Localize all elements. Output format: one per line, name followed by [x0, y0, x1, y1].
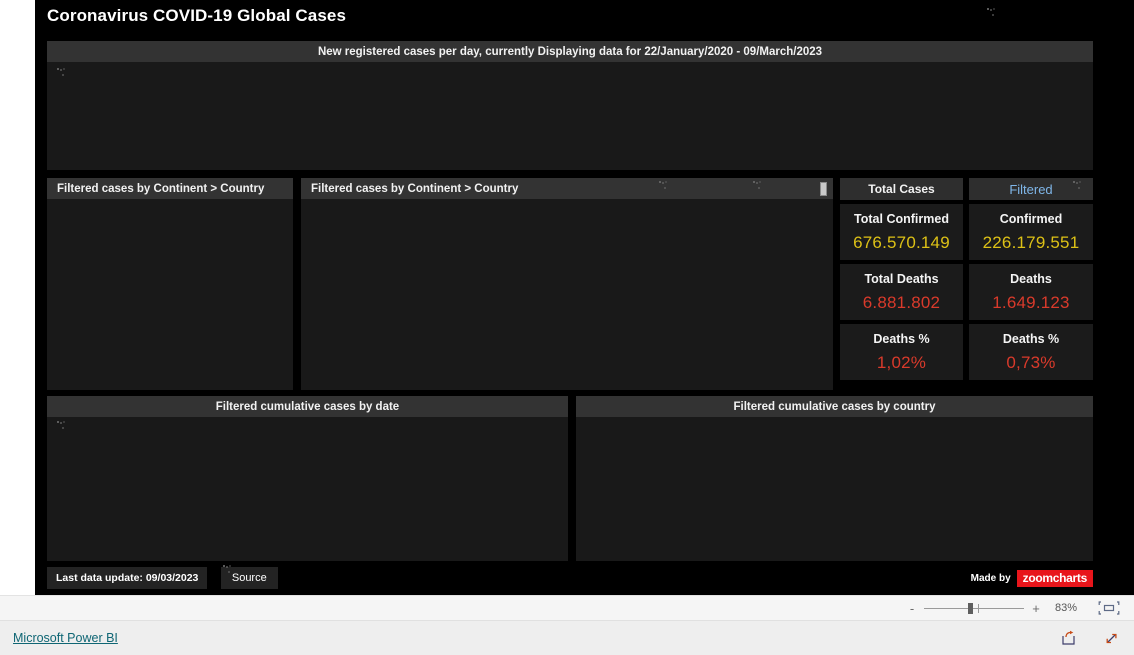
tree-left-panel-title: Filtered cases by Continent > Country: [57, 182, 265, 195]
cumulative-country-panel-title: Filtered cumulative cases by country: [733, 400, 936, 413]
cumulative-by-date-panel[interactable]: Filtered cumulative cases by date: [47, 396, 568, 561]
cumulative-date-panel-header: Filtered cumulative cases by date: [47, 396, 568, 417]
made-by-label: Made by: [970, 572, 1011, 584]
cumulative-by-country-panel[interactable]: Filtered cumulative cases by country: [576, 396, 1093, 561]
kpi-card-total-deaths-pct[interactable]: Deaths % 1,02%: [840, 324, 963, 380]
source-button[interactable]: Source: [220, 565, 278, 589]
made-by-zoomcharts[interactable]: Made by zoomcharts: [971, 567, 1093, 589]
share-icon[interactable]: [1060, 630, 1077, 647]
cumulative-country-chart-area[interactable]: [576, 417, 1093, 561]
zoom-slider-notch: [978, 604, 979, 613]
kpi-card-filtered-deaths[interactable]: Deaths 1.649.123: [969, 264, 1093, 320]
tree-left-panel-header: Filtered cases by Continent > Country: [47, 178, 293, 199]
daily-cases-panel-header: New registered cases per day, currently …: [47, 41, 1093, 62]
kpi-total-deaths-label: Total Deaths: [864, 271, 939, 286]
tree-right-chart-area[interactable]: [301, 199, 833, 390]
kpi-total-header-label: Total Cases: [868, 182, 935, 196]
daily-cases-panel-title: New registered cases per day, currently …: [317, 45, 823, 58]
zoomcharts-logo[interactable]: zoomcharts: [1016, 569, 1093, 587]
zoom-slider-thumb[interactable]: [968, 603, 973, 614]
page-title: Coronavirus COVID-19 Global Cases: [47, 6, 346, 25]
kpi-filtered-header: Filtered: [969, 178, 1093, 200]
kpi-total-confirmed-label: Total Confirmed: [854, 211, 949, 226]
kpi-filtered-deaths-value: 1.649.123: [992, 292, 1070, 312]
loading-spinner-header: [987, 8, 1001, 22]
cumulative-date-panel-title: Filtered cumulative cases by date: [215, 400, 400, 413]
kpi-total-header: Total Cases: [840, 178, 963, 200]
kpi-card-total-deaths[interactable]: Total Deaths 6.881.802: [840, 264, 963, 320]
kpi-column-filtered: Filtered Confirmed 226.179.551 Deaths 1.…: [969, 178, 1093, 390]
kpi-total-confirmed-value: 676.570.149: [853, 232, 950, 252]
fullscreen-icon[interactable]: [1103, 630, 1120, 647]
kpi-filtered-deaths-label: Deaths: [1010, 271, 1052, 286]
zoom-out-button[interactable]: -: [904, 601, 920, 616]
zoom-slider-track: [924, 608, 1024, 609]
loading-spinner-tree-right-a: [659, 181, 673, 195]
tree-right-panel-header: Filtered cases by Continent > Country: [301, 178, 833, 199]
status-bar: Microsoft Power BI: [0, 621, 1134, 655]
kpi-filtered-deaths-pct-value: 0,73%: [1006, 352, 1056, 372]
filtered-cases-tree-right-panel[interactable]: Filtered cases by Continent > Country: [301, 178, 833, 390]
loading-spinner-cumulative-date: [57, 421, 71, 435]
kpi-filtered-confirmed-value: 226.179.551: [982, 232, 1080, 252]
tree-left-chart-area[interactable]: [47, 199, 293, 390]
kpi-total-deaths-pct-label: Deaths %: [873, 331, 930, 346]
last-data-update-chip[interactable]: Last data update: 09/03/2023: [47, 567, 208, 589]
kpi-filtered-header-label: Filtered: [1009, 181, 1053, 197]
kpi-card-filtered-confirmed[interactable]: Confirmed 226.179.551: [969, 204, 1093, 260]
zoom-level-label: 83%: [1054, 602, 1078, 614]
zoom-toolbar: - + 83%: [0, 595, 1134, 621]
kpi-card-total-confirmed[interactable]: Total Confirmed 676.570.149: [840, 204, 963, 260]
filtered-cases-tree-left-panel[interactable]: Filtered cases by Continent > Country: [47, 178, 293, 390]
zoom-in-button[interactable]: +: [1028, 601, 1044, 616]
loading-spinner-daily: [57, 68, 71, 82]
report-footer: Last data update: 09/03/2023 Source Made…: [47, 565, 1093, 589]
fit-to-page-icon[interactable]: [1098, 600, 1120, 616]
kpi-filtered-deaths-pct-label: Deaths %: [1002, 331, 1060, 346]
cumulative-date-chart-area[interactable]: [47, 417, 568, 561]
daily-cases-panel[interactable]: New registered cases per day, currently …: [47, 41, 1093, 170]
kpi-total-deaths-value: 6.881.802: [862, 292, 941, 312]
kpi-total-deaths-pct-value: 1,02%: [876, 352, 927, 372]
zoom-slider[interactable]: [924, 602, 1024, 614]
kpi-card-filtered-deaths-pct[interactable]: Deaths % 0,73%: [969, 324, 1093, 380]
powerbi-embed-window: Coronavirus COVID-19 Global Cases New re…: [0, 0, 1134, 655]
status-bar-actions: [1060, 630, 1120, 647]
loading-spinner-filtered: [1073, 181, 1087, 195]
microsoft-power-bi-link[interactable]: Microsoft Power BI: [13, 631, 118, 645]
cumulative-country-panel-header: Filtered cumulative cases by country: [576, 396, 1093, 417]
daily-cases-chart-area[interactable]: [47, 62, 1093, 170]
tree-right-scroll-thumb[interactable]: [820, 182, 827, 196]
source-button-label: Source: [231, 572, 267, 584]
report-canvas: Coronavirus COVID-19 Global Cases New re…: [35, 0, 1134, 595]
tree-right-panel-title: Filtered cases by Continent > Country: [311, 182, 519, 195]
loading-spinner-tree-right-b: [753, 181, 767, 195]
kpi-column-total: Total Cases Total Confirmed 676.570.149 …: [840, 178, 963, 390]
kpi-filtered-confirmed-label: Confirmed: [999, 211, 1063, 226]
